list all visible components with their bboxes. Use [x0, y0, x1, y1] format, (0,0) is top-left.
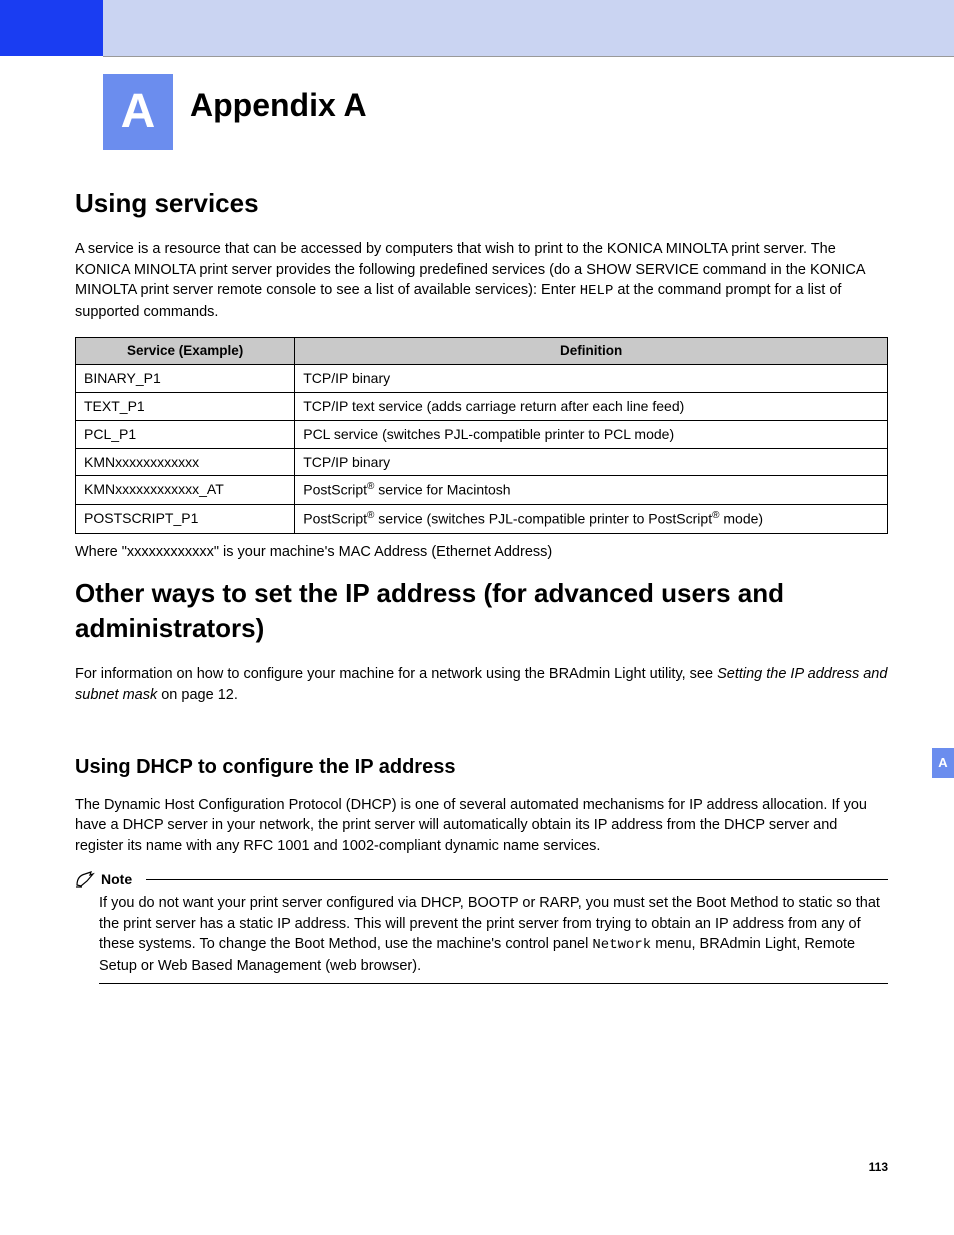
cell-service: KMNxxxxxxxxxxxx — [76, 448, 295, 476]
cell-service: PCL_P1 — [76, 420, 295, 448]
page-content: Using services A service is a resource t… — [75, 186, 888, 984]
cell-definition: PostScript® service (switches PJL-compat… — [295, 505, 888, 534]
dhcp-paragraph: The Dynamic Host Configuration Protocol … — [75, 795, 888, 857]
ps-end: mode) — [719, 511, 763, 527]
cell-service: TEXT_P1 — [76, 392, 295, 420]
table-row: PCL_P1 PCL service (switches PJL-compati… — [76, 420, 888, 448]
cell-service: BINARY_P1 — [76, 364, 295, 392]
ps-suffix: service for Macintosh — [374, 482, 510, 498]
ow-text-b: on page 12. — [157, 687, 238, 703]
subsection-heading-dhcp: Using DHCP to configure the IP address — [75, 754, 888, 781]
th-definition: Definition — [295, 337, 888, 364]
note-header: Note — [75, 870, 888, 889]
note-box: Note If you do not want your print serve… — [75, 870, 888, 984]
header-banner — [103, 0, 954, 56]
note-rule-bottom — [99, 983, 888, 984]
ps-mid: service (switches PJL-compatible printer… — [374, 511, 712, 527]
side-tab: A — [932, 748, 954, 778]
note-rule-top — [146, 879, 888, 880]
intro-paragraph: A service is a resource that can be acce… — [75, 239, 888, 323]
other-ways-paragraph: For information on how to configure your… — [75, 664, 888, 705]
table-row: POSTSCRIPT_P1 PostScript® service (switc… — [76, 505, 888, 534]
note-icon — [75, 871, 95, 889]
ps-text: PostScript — [303, 482, 367, 498]
cell-definition: TCP/IP text service (adds carriage retur… — [295, 392, 888, 420]
services-table: Service (Example) Definition BINARY_P1 T… — [75, 337, 888, 534]
cell-definition: TCP/IP binary — [295, 364, 888, 392]
cell-service: POSTSCRIPT_P1 — [76, 505, 295, 534]
ow-text-a: For information on how to configure your… — [75, 666, 717, 682]
header-divider — [103, 56, 954, 57]
cell-service: KMNxxxxxxxxxxxx_AT — [76, 476, 295, 505]
network-menu-code: Network — [592, 937, 651, 953]
note-label: Note — [101, 870, 132, 889]
table-row: BINARY_P1 TCP/IP binary — [76, 364, 888, 392]
mac-address-footnote: Where "xxxxxxxxxxxx" is your machine's M… — [75, 542, 888, 563]
cell-definition: TCP/IP binary — [295, 448, 888, 476]
th-service: Service (Example) — [76, 337, 295, 364]
chapter-title: Appendix A — [190, 84, 367, 127]
table-row: KMNxxxxxxxxxxxx_AT PostScript® service f… — [76, 476, 888, 505]
header-accent-block — [0, 0, 103, 56]
chapter-tab: A — [103, 74, 173, 150]
ps-text: PostScript — [303, 511, 367, 527]
table-row: KMNxxxxxxxxxxxx TCP/IP binary — [76, 448, 888, 476]
table-row: TEXT_P1 TCP/IP text service (adds carria… — [76, 392, 888, 420]
cell-definition: PCL service (switches PJL-compatible pri… — [295, 420, 888, 448]
help-command: HELP — [580, 283, 614, 299]
cell-definition: PostScript® service for Macintosh — [295, 476, 888, 505]
section-heading-using-services: Using services — [75, 186, 888, 221]
page-number: 113 — [869, 1159, 888, 1175]
section-heading-other-ways: Other ways to set the IP address (for ad… — [75, 576, 888, 646]
note-body: If you do not want your print server con… — [75, 889, 888, 983]
